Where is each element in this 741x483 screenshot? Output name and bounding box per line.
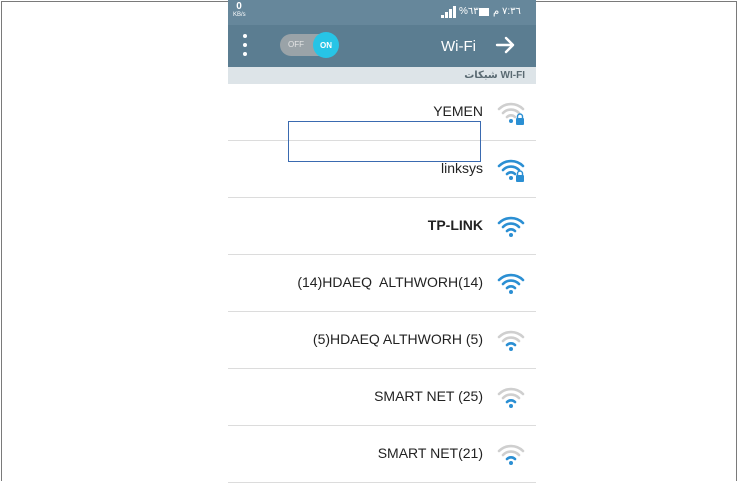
network-name: YEMEN — [433, 103, 483, 119]
battery-percent: %٦٣ — [459, 6, 479, 17]
section-title: شبكات WI-FI — [464, 70, 525, 81]
network-name: (5)HDAEQ ALTHWORH (5) — [312, 331, 483, 347]
wifi-locked-weak-icon — [497, 102, 525, 125]
selection-highlight — [288, 121, 481, 162]
network-speed: 0 KB/s — [233, 1, 246, 20]
action-bar: OFF ON Wi-Fi — [228, 25, 536, 67]
page-title: Wi-Fi — [441, 38, 476, 55]
status-time: ٧:٣٦ م — [493, 6, 521, 17]
network-row-smart-net-21[interactable]: SMART NET(21) — [228, 426, 536, 483]
status-bar: 0 KB/s %٦٣ ٧:٣٦ م — [228, 0, 536, 25]
signal-strength-icon — [441, 6, 456, 18]
wifi-locked-strong-icon — [497, 159, 525, 182]
network-name: SMART NET (25) — [374, 388, 483, 404]
network-name: linksys — [440, 160, 483, 176]
battery-icon — [479, 8, 489, 16]
wifi-weak-icon — [497, 387, 525, 408]
network-row-hdaeq-14[interactable]: (14)HDAEQ ALTHWORH(14) — [228, 255, 536, 312]
arrow-right-icon[interactable] — [494, 35, 518, 55]
network-name: SMART NET(21) — [377, 445, 483, 461]
network-speed-value: 0 — [236, 1, 242, 12]
network-row-smart-net-25[interactable]: SMART NET (25) — [228, 369, 536, 426]
wifi-strong-icon — [497, 216, 525, 237]
network-row-hdaeq-5[interactable]: (5)HDAEQ ALTHWORH (5) — [228, 312, 536, 369]
phone-screen: 0 KB/s %٦٣ ٧:٣٦ م OFF ON Wi-Fi شبكات WI-… — [228, 0, 536, 483]
section-header: شبكات WI-FI — [228, 67, 536, 84]
toggle-off-label: OFF — [288, 40, 304, 49]
wifi-weak-icon — [497, 330, 525, 351]
network-name: (14)HDAEQ ALTHWORH(14) — [297, 274, 483, 290]
wifi-strong-icon — [497, 273, 525, 294]
wifi-toggle[interactable]: OFF ON — [280, 32, 339, 58]
network-row-tp-link[interactable]: TP-LINK — [228, 198, 536, 255]
network-speed-unit: KB/s — [233, 12, 246, 18]
wifi-weak-icon — [497, 444, 525, 465]
overflow-menu-icon[interactable] — [243, 34, 247, 56]
network-name: TP-LINK — [427, 217, 483, 233]
toggle-on-knob: ON — [313, 32, 339, 58]
